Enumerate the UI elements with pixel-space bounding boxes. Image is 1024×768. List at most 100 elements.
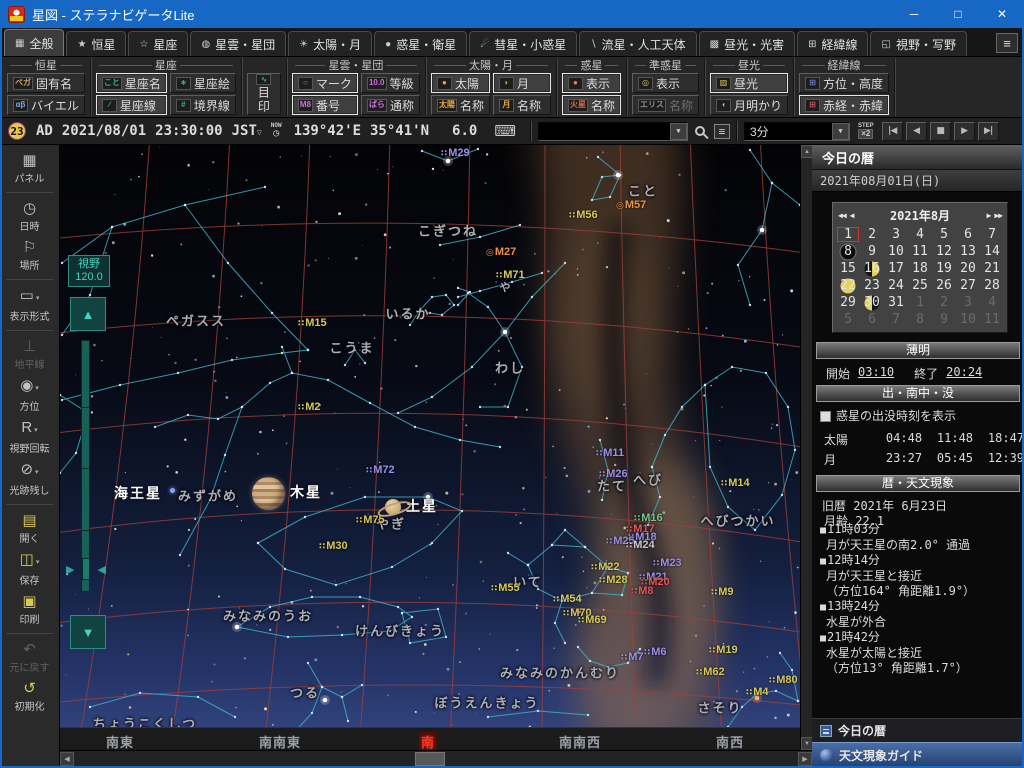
calendar-day-17[interactable]: 17	[884, 260, 908, 277]
minimize-button[interactable]: ─	[892, 0, 936, 28]
calendar-day-12[interactable]: 12	[932, 243, 956, 260]
ribbon-button-通称[interactable]: ばら通称	[361, 95, 420, 115]
riseset-checkbox-row[interactable]: 惑星の出没時刻を表示	[812, 407, 1024, 424]
calendar-day-7[interactable]: 7	[980, 226, 1004, 243]
calendar-day-9[interactable]: 9	[860, 243, 884, 260]
calendar-day-31[interactable]: 31	[884, 294, 908, 311]
tab-astro-guide[interactable]: 天文現象ガイド	[812, 742, 1024, 768]
ribbon-button-番号[interactable]: M8番号	[292, 95, 358, 115]
ribbon-button-月明かり[interactable]: ◖月明かり	[710, 95, 788, 115]
tab-流星・人工天体[interactable]: ∖流星・人工天体	[579, 31, 696, 56]
calendar-day-5[interactable]: 5	[836, 311, 860, 328]
ribbon-button-名称[interactable]: 太陽名称	[431, 95, 490, 115]
calendar-day-21[interactable]: 21	[980, 260, 1004, 277]
calendar-day-24[interactable]: 24	[884, 277, 908, 294]
date-value[interactable]: 2021/08/01	[62, 123, 146, 139]
time-value[interactable]: 23:30:00	[155, 123, 222, 139]
fov-slider-track[interactable]	[81, 340, 90, 592]
skip-end-button[interactable]: ▶|	[978, 122, 999, 141]
calendar-day-6[interactable]: 6	[860, 311, 884, 328]
checkbox-icon[interactable]	[820, 411, 831, 422]
tab-視野・写野[interactable]: ◱視野・写野	[870, 31, 966, 56]
close-button[interactable]: ✕	[980, 0, 1024, 28]
next-year-button[interactable]: ▶▶	[992, 211, 1004, 220]
calendar-day-22[interactable]: 22	[836, 277, 860, 294]
sidebar-item-視野回転[interactable]: R▾視野回転	[0, 420, 59, 455]
map-horizontal-scrollbar[interactable]: ◀ ▶	[60, 750, 812, 766]
next-month-button[interactable]: ▶	[985, 211, 993, 220]
calendar-day-7[interactable]: 7	[884, 311, 908, 328]
zoom-out-button[interactable]: ▼	[70, 615, 106, 649]
tab-惑星・衛星[interactable]: ●惑星・衛星	[374, 31, 467, 56]
ribbon-button-方位・高度[interactable]: ⊞方位・高度	[799, 73, 889, 93]
ribbon-button-太陽[interactable]: ●太陽	[431, 73, 490, 93]
latitude-value[interactable]: 35°41'N	[370, 123, 429, 139]
ribbon-button-名称[interactable]: エリス名称	[632, 95, 699, 115]
ribbon-button-星座絵[interactable]: ∗星座絵	[170, 73, 236, 93]
scroll-left-icon[interactable]: ◀	[60, 752, 74, 766]
tab-星雲・星団[interactable]: ◍星雲・星団	[190, 31, 286, 56]
prev-year-button[interactable]: ◀◀	[836, 211, 848, 220]
tab-太陽・月[interactable]: ☀太陽・月	[288, 31, 372, 56]
calendar-day-27[interactable]: 27	[956, 277, 980, 294]
ribbon-button-星座線[interactable]: ∕星座線	[96, 95, 167, 115]
sidebar-item-日時[interactable]: ◷日時	[0, 201, 59, 233]
sidebar-item-元に戻す[interactable]: ↶元に戻す	[0, 642, 59, 674]
ribbon-button-目印[interactable]: ∿目印	[247, 73, 281, 115]
tab-恒星[interactable]: ★恒星	[66, 31, 126, 56]
object-list-icon[interactable]: ≡	[714, 124, 730, 139]
calendar-day-11[interactable]: 11	[908, 243, 932, 260]
search-input[interactable]: ▼	[538, 122, 688, 141]
calendar-day-8[interactable]: 8	[836, 243, 860, 260]
calendar-day-10[interactable]: 10	[956, 311, 980, 328]
saturn-disk[interactable]	[385, 499, 401, 515]
calendar-day-1[interactable]: 1	[836, 226, 860, 243]
chevron-down-icon[interactable]: ▼	[670, 123, 687, 140]
stop-button[interactable]: ■	[930, 122, 951, 141]
scroll-right-icon[interactable]: ▶	[798, 752, 812, 766]
ribbon-button-バイエル[interactable]: αβバイエル	[7, 95, 85, 115]
ribbon-button-マーク[interactable]: ○マーク	[292, 73, 358, 93]
calendar-day-29[interactable]: 29	[836, 294, 860, 311]
ribbon-button-星座名[interactable]: こと星座名	[96, 73, 167, 93]
maximize-button[interactable]: □	[936, 0, 980, 28]
sidebar-item-パネル[interactable]: ▦パネル	[0, 153, 59, 185]
ribbon-button-名称[interactable]: 火星名称	[562, 95, 621, 115]
sidebar-item-保存[interactable]: ◫▾保存	[0, 552, 59, 587]
tab-経緯線[interactable]: ⊞経緯線	[797, 31, 868, 56]
tab-全般[interactable]: ▦全般	[4, 29, 64, 56]
moon-day-badge[interactable]: 23	[8, 122, 26, 140]
tab-昼光・光害[interactable]: ▩昼光・光害	[699, 31, 795, 56]
tab-today-almanac[interactable]: 今日の暦	[812, 718, 1024, 742]
sidebar-item-方位[interactable]: ◉▾方位	[0, 378, 59, 413]
star-map[interactable]: ペガススいるかこうまこぎつねことやわしみずがめやぎたてへびへびつかいみなみのうお…	[60, 145, 800, 727]
tab-彗星・小惑星[interactable]: ☄彗星・小惑星	[469, 31, 577, 56]
now-button[interactable]: NOW◷	[271, 123, 282, 139]
timezone-dropdown[interactable]: JST▽	[232, 123, 262, 139]
fov-slider-handle[interactable]: ▶◀	[66, 558, 106, 580]
calendar-day-13[interactable]: 13	[956, 243, 980, 260]
calendar-day-3[interactable]: 3	[956, 294, 980, 311]
sidebar-item-地平線[interactable]: ⊥地平線	[0, 339, 59, 371]
sidebar-item-表示形式[interactable]: ▭▾表示形式	[0, 288, 59, 323]
map-vertical-scrollbar[interactable]: ▲ ▼	[800, 145, 812, 750]
scrollbar-thumb[interactable]	[415, 752, 445, 766]
ribbon-button-赤経・赤緯[interactable]: ⊞赤経・赤緯	[799, 95, 889, 115]
calendar-day-10[interactable]: 10	[884, 243, 908, 260]
calendar-day-8[interactable]: 8	[908, 311, 932, 328]
step-back-button[interactable]: ◀	[906, 122, 927, 141]
calendar-day-4[interactable]: 4	[908, 226, 932, 243]
ribbon-button-固有名[interactable]: ペガ固有名	[7, 73, 85, 93]
sidebar-item-初期化[interactable]: ↺初期化	[0, 681, 59, 713]
calendar-day-2[interactable]: 2	[932, 294, 956, 311]
neptune-dot[interactable]	[170, 488, 175, 493]
calendar-day-25[interactable]: 25	[908, 277, 932, 294]
ribbon-button-等級[interactable]: 10.0等級	[361, 73, 420, 93]
calendar-day-30[interactable]: 30	[860, 294, 884, 311]
calendar-day-3[interactable]: 3	[884, 226, 908, 243]
calendar-day-18[interactable]: 18	[908, 260, 932, 277]
calendar-day-16[interactable]: 16	[860, 260, 884, 277]
calendar-day-9[interactable]: 9	[932, 311, 956, 328]
step-multiplier-icon[interactable]: STEP×2	[858, 123, 874, 139]
menu-icon[interactable]: ≡	[996, 33, 1018, 53]
